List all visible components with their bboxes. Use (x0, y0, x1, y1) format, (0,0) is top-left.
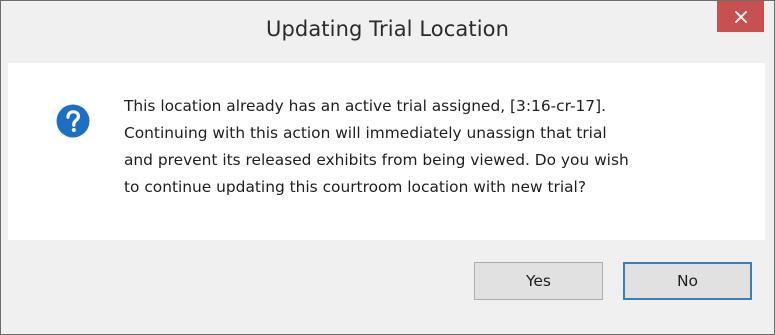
message-text: This location already has an active tria… (124, 97, 629, 196)
no-button[interactable]: No (623, 262, 752, 300)
question-mark-icon (56, 104, 90, 138)
button-bar: Yes No (8, 240, 765, 326)
message-area: This location already has an active tria… (8, 63, 765, 240)
close-button[interactable] (717, 1, 764, 32)
title-bar[interactable]: Updating Trial Location (1, 1, 774, 63)
yes-button[interactable]: Yes (474, 262, 603, 300)
dialog-window: Updating Trial Location This location al… (0, 0, 775, 335)
close-icon (734, 10, 747, 23)
dialog-title: Updating Trial Location (266, 17, 509, 41)
